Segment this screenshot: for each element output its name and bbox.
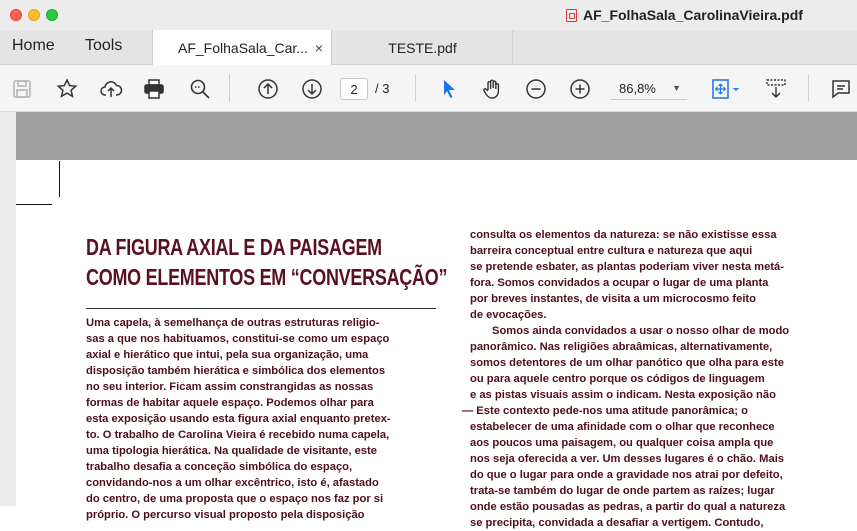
- tab-teste[interactable]: TESTE.pdf: [333, 30, 513, 65]
- text-line: estabelecer de uma afinidade com o olhar…: [470, 421, 775, 433]
- article-heading: DA FIGURA AXIAL E DA PAISAGEM COMO ELEME…: [86, 232, 448, 292]
- text-line: próprio. O percurso visual proposto pela…: [86, 509, 365, 521]
- zoom-select[interactable]: 86,8% ▼: [611, 78, 687, 100]
- text-line: axial e hierático que intui, pela sua or…: [86, 349, 369, 361]
- chevron-down-icon: ▼: [672, 83, 681, 93]
- comment-icon[interactable]: [828, 76, 854, 102]
- text-line: do centro, de uma proposta que o espaço …: [86, 493, 384, 505]
- text-line: barreira conceptual entre cultura e natu…: [470, 245, 753, 257]
- fit-page-icon[interactable]: [707, 76, 743, 102]
- text-line: disposição também hierática e simbólica …: [86, 365, 386, 377]
- text-line: Uma capela, à semelhança de outras estru…: [86, 317, 380, 329]
- toolbar: 2 / 3 86,8% ▼: [0, 65, 857, 112]
- text-line: sas a que nos habituamos, constitui-se c…: [86, 333, 390, 345]
- zoom-value: 86,8%: [619, 81, 656, 96]
- toolbar-separator: [229, 74, 230, 102]
- text-line: e as pistas visuais assim o indicam. Nes…: [470, 389, 776, 401]
- tab-folha-sala[interactable]: AF_FolhaSala_Car... ×: [152, 30, 332, 66]
- text-line: formas de habitar aquele espaço. Podemos…: [86, 397, 374, 409]
- text-line: Somos ainda convidados a usar o nosso ol…: [492, 325, 790, 337]
- zoom-window-button[interactable]: [46, 9, 58, 21]
- text-line: panorâmico. Nas religiões abraâmicas, al…: [470, 341, 773, 353]
- nav-home[interactable]: Home: [12, 37, 55, 55]
- text-line: de evocações.: [470, 309, 547, 321]
- text-line: esta exposição usando esta figura axial …: [86, 413, 391, 425]
- zoom-in-icon[interactable]: [567, 76, 593, 102]
- previous-page-icon[interactable]: [255, 76, 281, 102]
- page-gap: [16, 112, 857, 160]
- text-line: se pretende esbater, as plantas poderiam…: [470, 261, 785, 273]
- text-line: — Este contexto pede-nos uma atitude pan…: [462, 405, 748, 417]
- text-column-left: Uma capela, à semelhança de outras estru…: [86, 315, 391, 523]
- title-bar: AF_FolhaSala_CarolinaVieira.pdf: [0, 0, 857, 30]
- tab-label: TESTE.pdf: [388, 39, 457, 56]
- heading-line: COMO ELEMENTOS EM “CONVERSAÇÃO”: [86, 264, 448, 290]
- text-line: uma tipologia hierática. Na qualidade de…: [86, 445, 377, 457]
- minimize-window-button[interactable]: [28, 9, 40, 21]
- nav-tools[interactable]: Tools: [85, 37, 122, 55]
- text-line: onde estão pousadas as pedras, a partir …: [470, 501, 786, 513]
- text-line: por breves instantes, de visita a um mic…: [470, 293, 756, 305]
- text-line: ou para aquele centro porque os códigos …: [470, 373, 765, 385]
- tab-bar: Home Tools AF_FolhaSala_Car... × TESTE.p…: [0, 30, 857, 66]
- toolbar-separator: [808, 74, 809, 102]
- text-column-right: consulta os elementos da natureza: se nã…: [462, 227, 790, 531]
- text-line: nos seja oferecida a ver. Um desses luga…: [470, 453, 785, 465]
- text-line: fora. Somos convidados a ocupar o lugar …: [470, 277, 769, 289]
- text-line: convidando-nos a um olhar excêntrico, is…: [86, 477, 379, 489]
- heading-line: DA FIGURA AXIAL E DA PAISAGEM: [86, 234, 382, 260]
- select-cursor-icon[interactable]: [436, 76, 462, 102]
- toolbar-separator: [415, 74, 416, 102]
- text-line: somos detentores de um olhar panótico qu…: [470, 357, 784, 369]
- text-line: trabalho desafia a conceção simbólica do…: [86, 461, 353, 473]
- search-zoom-icon[interactable]: [187, 76, 213, 102]
- text-line: no seu interior. Ficam assim constrangid…: [86, 381, 374, 393]
- heading-rule: [86, 308, 436, 309]
- tab-label: AF_FolhaSala_Car...: [178, 40, 308, 56]
- text-line: se precipita, convidada a desafiar a ver…: [470, 517, 764, 529]
- zoom-out-icon[interactable]: [523, 76, 549, 102]
- star-icon[interactable]: [54, 76, 80, 102]
- hand-tool-icon[interactable]: [479, 76, 505, 102]
- save-icon[interactable]: [9, 76, 35, 102]
- page-total: / 3: [375, 81, 390, 96]
- text-line: trata-se também do lugar de onde partem …: [470, 485, 775, 497]
- window-title-text: AF_FolhaSala_CarolinaVieira.pdf: [583, 7, 803, 23]
- crop-mark: [59, 161, 60, 197]
- pdf-file-icon: [566, 8, 577, 22]
- left-panel-strip: [0, 112, 16, 506]
- next-page-icon[interactable]: [299, 76, 325, 102]
- cloud-upload-icon[interactable]: [98, 76, 124, 102]
- window-title: AF_FolhaSala_CarolinaVieira.pdf: [566, 7, 803, 23]
- text-line: consulta os elementos da natureza: se nã…: [470, 229, 777, 241]
- scroll-mode-icon[interactable]: [763, 76, 789, 102]
- page-number-input[interactable]: 2: [340, 78, 368, 100]
- crop-mark: [16, 204, 52, 205]
- print-icon[interactable]: [141, 76, 167, 102]
- text-line: to. O trabalho de Carolina Vieira é rece…: [86, 429, 390, 441]
- close-icon[interactable]: ×: [315, 40, 323, 56]
- close-window-button[interactable]: [10, 9, 22, 21]
- text-line: do que o lugar para onde a gravidade nos…: [470, 469, 783, 481]
- text-line: aos poucos uma paisagem, ou qualquer coi…: [470, 437, 774, 449]
